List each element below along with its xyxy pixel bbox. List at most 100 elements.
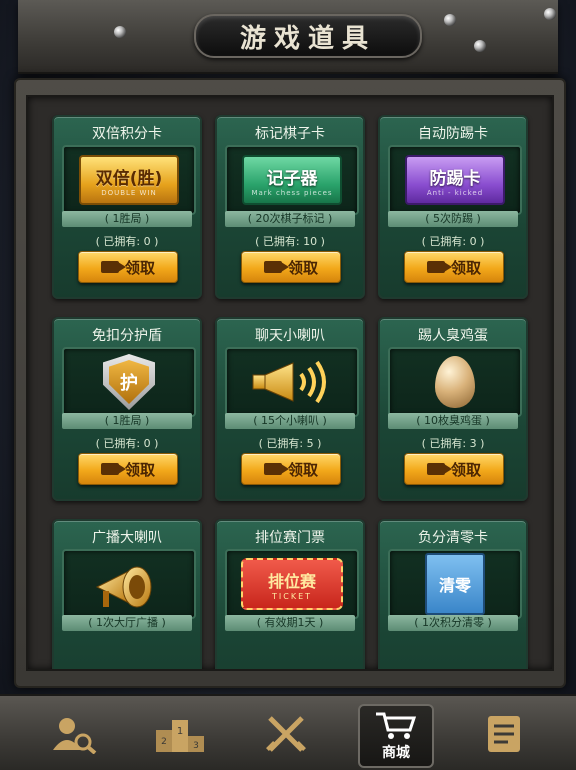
rivet — [544, 8, 556, 20]
art-label: 双倍(胜) — [95, 168, 163, 189]
egg-icon — [435, 356, 475, 408]
page-title: 游戏道具 — [239, 23, 376, 54]
nav-ranking[interactable]: 1 2 3 — [144, 704, 216, 764]
claim-button[interactable]: 领取 — [241, 453, 341, 485]
art-sublabel: DOUBLE WIN — [101, 188, 157, 197]
rivet — [114, 26, 126, 38]
nav-notes[interactable] — [468, 704, 540, 764]
item-title: 双倍积分卡 — [92, 126, 162, 142]
item-image — [388, 347, 522, 417]
item-desc: ( 1次积分清零 ) — [388, 615, 518, 631]
rivet — [444, 14, 456, 26]
nav-shop[interactable]: 商城 — [358, 704, 434, 768]
claim-label: 领取 — [450, 258, 481, 277]
art-label: 清零 — [438, 576, 471, 595]
svg-text:1: 1 — [177, 726, 183, 737]
item-desc: ( 20次棋子标记 ) — [225, 211, 355, 227]
claim-label: 领取 — [124, 460, 155, 479]
item-grid: 双倍积分卡 双倍(胜) DOUBLE WIN ( 1胜局 ) ( 已拥有: 0 … — [26, 95, 554, 671]
video-icon — [100, 463, 126, 475]
item-owned: ( 已拥有: 3 ) — [421, 437, 485, 450]
item-card-mark-pieces: 标记棋子卡 记子器 Mark chess pieces ( 20次棋子标记 ) … — [215, 115, 365, 299]
claim-label: 领取 — [124, 258, 155, 277]
nav-shop-label: 商城 — [382, 745, 410, 761]
claim-button[interactable]: 领取 — [404, 251, 504, 283]
claim-label: 领取 — [287, 258, 318, 277]
item-title: 负分清零卡 — [418, 530, 488, 546]
svg-text:2: 2 — [161, 737, 167, 747]
item-owned: ( 已拥有: 0 ) — [95, 235, 159, 248]
item-card-rotten-egg: 踢人臭鸡蛋 ( 10枚臭鸡蛋 ) ( 已拥有: 3 ) 领取 — [378, 317, 528, 501]
nav-battle[interactable] — [250, 704, 322, 764]
podium-icon: 1 2 3 — [156, 720, 204, 752]
video-icon — [100, 261, 126, 273]
video-icon — [426, 463, 452, 475]
claim-button[interactable]: 领取 — [241, 251, 341, 283]
item-image: 双倍(胜) DOUBLE WIN — [62, 145, 196, 215]
art-sublabel: Anti - kicked — [426, 188, 484, 197]
art-label: 护 — [109, 360, 149, 404]
item-title: 标记棋子卡 — [255, 126, 325, 142]
nav-search-user[interactable] — [38, 704, 110, 764]
shopping-cart-icon — [376, 712, 417, 739]
crossed-swords-icon — [266, 716, 306, 752]
item-image: 护 — [62, 347, 196, 417]
item-image: 清零 — [388, 549, 522, 619]
item-owned: ( 已拥有: 0 ) — [95, 437, 159, 450]
item-image: 防踢卡 Anti - kicked — [388, 145, 522, 215]
rivet — [474, 40, 486, 52]
claim-button[interactable]: 领取 — [78, 251, 178, 283]
item-desc: ( 15个小喇叭 ) — [225, 413, 355, 429]
claim-button[interactable]: 领取 — [404, 453, 504, 485]
item-title: 广播大喇叭 — [92, 530, 162, 546]
item-title: 聊天小喇叭 — [255, 328, 325, 344]
art-label: 记子器 — [266, 168, 318, 189]
loudspeaker-icon — [95, 566, 152, 608]
double-win-card-icon: 双倍(胜) DOUBLE WIN — [79, 155, 179, 205]
item-image: 记子器 Mark chess pieces — [225, 145, 359, 215]
shield-icon: 护 — [103, 354, 155, 410]
item-title: 免扣分护盾 — [92, 328, 162, 344]
item-desc: ( 1胜局 ) — [62, 413, 192, 429]
megaphone-icon — [252, 360, 326, 404]
video-icon — [263, 463, 289, 475]
item-title: 踢人臭鸡蛋 — [418, 328, 488, 344]
item-card-rank-ticket: 排位赛门票 排位赛 TICKET ( 有效期1天 ) — [215, 519, 365, 669]
claim-button[interactable]: 领取 — [78, 453, 178, 485]
item-desc: ( 有效期1天 ) — [225, 615, 355, 631]
bottom-nav: 1 2 3 商城 — [0, 694, 576, 770]
item-card-anti-kick: 自动防踢卡 防踢卡 Anti - kicked ( 5次防踢 ) ( 已拥有: … — [378, 115, 528, 299]
claim-label: 领取 — [450, 460, 481, 479]
item-owned: ( 已拥有: 0 ) — [421, 235, 485, 248]
title-plate: 游戏道具 — [194, 14, 422, 58]
item-card-small-horn: 聊天小喇叭 ( 15个小喇叭 ) ( 已拥有: 5 ) 领取 — [215, 317, 365, 501]
search-user-icon — [53, 718, 97, 754]
item-desc: ( 1胜局 ) — [62, 211, 192, 227]
notepad-icon — [488, 716, 520, 752]
video-icon — [263, 261, 289, 273]
header-plate: 游戏道具 — [18, 0, 558, 74]
item-card-double-points: 双倍积分卡 双倍(胜) DOUBLE WIN ( 1胜局 ) ( 已拥有: 0 … — [52, 115, 202, 299]
item-title: 自动防踢卡 — [418, 126, 488, 142]
svg-text:3: 3 — [193, 741, 199, 751]
item-owned: ( 已拥有: 5 ) — [258, 437, 322, 450]
art-label: 防踢卡 — [429, 168, 481, 189]
art-sublabel: TICKET — [271, 591, 313, 601]
item-owned: ( 已拥有: 10 ) — [255, 235, 325, 248]
item-desc: ( 5次防踢 ) — [388, 211, 518, 227]
item-title: 排位赛门票 — [255, 530, 325, 546]
marker-card-icon: 记子器 Mark chess pieces — [242, 155, 342, 205]
anti-kick-card-icon: 防踢卡 Anti - kicked — [405, 155, 505, 205]
video-icon — [426, 261, 452, 273]
item-card-clear-negative: 负分清零卡 清零 ( 1次积分清零 ) — [378, 519, 528, 669]
item-desc: ( 1次大厅广播 ) — [62, 615, 192, 631]
ticket-icon: 排位赛 TICKET — [241, 558, 343, 610]
item-card-broadcast-horn: 广播大喇叭 ( 1次大厅广播 ) — [52, 519, 202, 669]
item-card-shield: 免扣分护盾 护 ( 1胜局 ) ( 已拥有: 0 ) 领取 — [52, 317, 202, 501]
item-image: 排位赛 TICKET — [225, 549, 359, 619]
art-label: 排位赛 — [267, 571, 316, 591]
item-image — [225, 347, 359, 417]
art-sublabel: Mark chess pieces — [251, 188, 333, 197]
item-image — [62, 549, 196, 619]
claim-label: 领取 — [287, 460, 318, 479]
